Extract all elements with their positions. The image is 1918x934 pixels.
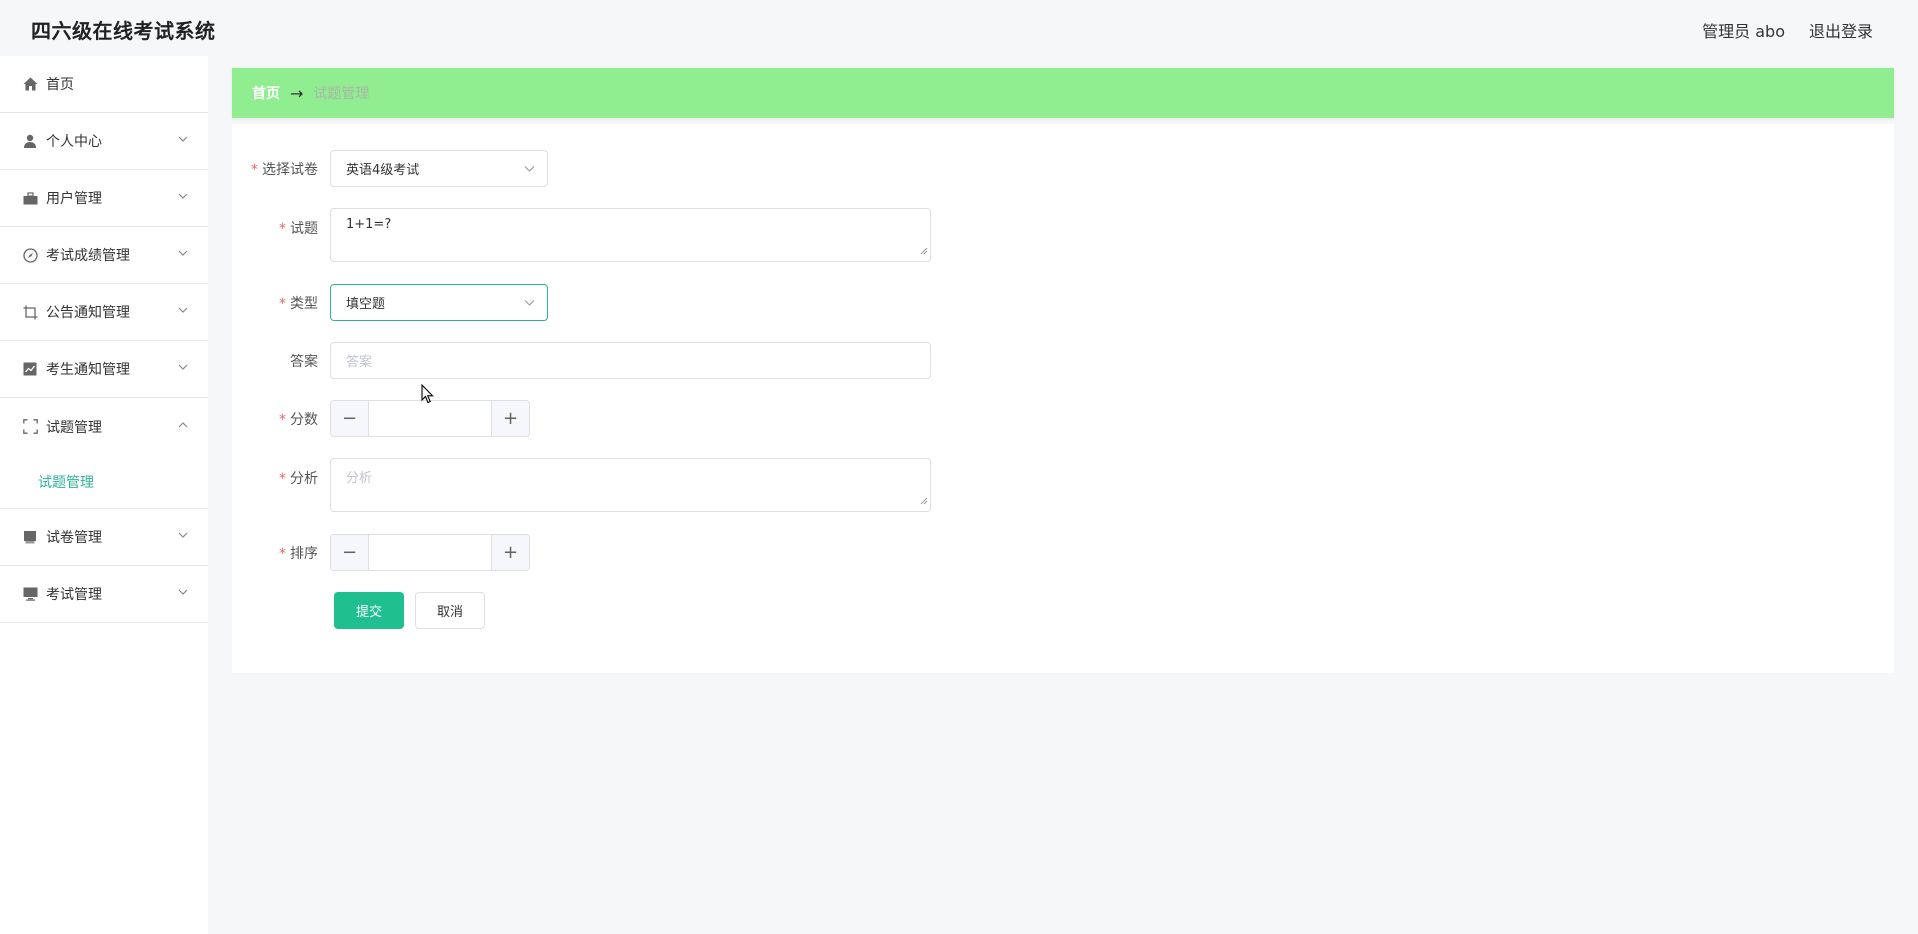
- chevron-down-icon: [178, 530, 188, 540]
- sidebar-item-label: 试卷管理: [46, 530, 102, 546]
- sidebar-item-question-management[interactable]: 试题管理: [0, 398, 208, 455]
- sidebar-item-announcements[interactable]: 公告通知管理: [0, 284, 208, 341]
- chevron-down-icon: [178, 134, 188, 144]
- order-label: * 排序: [279, 545, 318, 562]
- sidebar-item-label: 公告通知管理: [46, 305, 130, 321]
- sidebar-item-label: 用户管理: [46, 191, 102, 207]
- chevron-down-icon: [178, 362, 188, 372]
- person-icon: [22, 133, 38, 149]
- sidebar-item-paper-management[interactable]: 试卷管理: [0, 509, 208, 566]
- app-title: 四六级在线考试系统: [31, 19, 216, 43]
- logout-link[interactable]: 退出登录: [1809, 18, 1873, 42]
- question-value: 1+1=?: [346, 217, 392, 232]
- form-row-question: * 试题 1+1=?: [232, 208, 931, 262]
- answer-label: 答案: [290, 353, 318, 370]
- sidebar-item-exam-scores[interactable]: 考试成绩管理: [0, 227, 208, 284]
- sidebar-subitem-question-management[interactable]: 试题管理: [0, 455, 208, 509]
- paper-select-value: 英语4级考试: [346, 163, 420, 178]
- form-row-order: * 排序 − +: [232, 534, 530, 571]
- sidebar-item-student-notices[interactable]: 考生通知管理: [0, 341, 208, 398]
- sidebar-item-label: 试题管理: [46, 419, 102, 436]
- form-row-paper: * 选择试卷 英语4级考试: [232, 150, 548, 187]
- user-label[interactable]: 管理员 abo: [1702, 18, 1785, 42]
- submit-button[interactable]: 提交: [334, 592, 404, 629]
- form-actions: 提交 取消: [334, 592, 485, 629]
- answer-placeholder: 答案: [346, 355, 373, 370]
- resize-handle-icon[interactable]: [920, 244, 928, 259]
- question-label: * 试题: [279, 221, 318, 237]
- sidebar-submenu-question-management: 试题管理: [0, 455, 208, 509]
- answer-input[interactable]: 答案: [330, 342, 931, 379]
- order-input[interactable]: [369, 535, 491, 570]
- sidebar-item-user-management[interactable]: 用户管理: [0, 170, 208, 227]
- chevron-down-icon: [178, 191, 188, 201]
- crop-icon: [22, 304, 38, 320]
- order-decrement-button[interactable]: −: [331, 535, 369, 570]
- document-icon: [22, 529, 38, 545]
- sidebar-item-label: 考试成绩管理: [46, 248, 130, 264]
- sidebar-item-label: 考试管理: [46, 587, 102, 603]
- cancel-button[interactable]: 取消: [415, 592, 485, 629]
- briefcase-icon: [22, 190, 38, 206]
- paper-select[interactable]: 英语4级考试: [330, 150, 548, 187]
- chevron-down-icon: [178, 587, 188, 597]
- score-decrement-button[interactable]: −: [331, 401, 369, 436]
- sidebar-item-home[interactable]: 首页: [0, 56, 208, 113]
- order-increment-button[interactable]: +: [491, 535, 529, 570]
- analysis-textarea[interactable]: 分析: [330, 458, 931, 512]
- monitor-icon: [22, 586, 38, 602]
- chevron-down-icon: [178, 248, 188, 258]
- form-row-type: * 类型 填空题: [232, 284, 548, 321]
- fullscreen-icon: [22, 419, 38, 435]
- sidebar: 首页 个人中心 用户管理 考试成绩管理 公告通知管理 考生通知管理 试题管理 试…: [0, 56, 208, 934]
- question-textarea[interactable]: 1+1=?: [330, 208, 931, 262]
- form-row-analysis: * 分析 分析: [232, 458, 931, 512]
- sidebar-item-label: 考生通知管理: [46, 362, 130, 378]
- score-label: * 分数: [279, 411, 318, 428]
- chevron-down-icon: [524, 163, 535, 178]
- compass-icon: [22, 247, 38, 263]
- sidebar-item-label: 个人中心: [46, 134, 102, 150]
- paper-label: * 选择试卷: [251, 161, 318, 178]
- sidebar-item-exam-management[interactable]: 考试管理: [0, 566, 208, 623]
- breadcrumb-current: 试题管理: [313, 86, 370, 102]
- sidebar-item-label: 首页: [46, 77, 74, 93]
- chevron-down-icon: [178, 305, 188, 315]
- form-row-score: * 分数 − +: [232, 400, 530, 437]
- required-mark: *: [251, 161, 258, 178]
- order-stepper[interactable]: − +: [330, 534, 530, 571]
- top-header: 四六级在线考试系统 管理员 abo 退出登录: [0, 0, 1918, 56]
- analysis-placeholder: 分析: [346, 471, 373, 486]
- analysis-label: * 分析: [279, 471, 318, 487]
- type-select-value: 填空题: [346, 297, 386, 312]
- resize-handle-icon[interactable]: [920, 494, 928, 509]
- form-row-answer: 答案 答案: [232, 342, 931, 379]
- breadcrumb-separator: →: [290, 83, 304, 103]
- chevron-down-icon: [524, 297, 535, 312]
- header-user-area: 管理员 abo 退出登录: [1702, 18, 1873, 42]
- chart-icon: [22, 361, 38, 377]
- question-form: * 选择试卷 英语4级考试 * 试题 1+1=? * 类型 填空题 答案 答案 * 分数…: [232, 124, 1894, 673]
- breadcrumb: 首页 → 试题管理: [232, 68, 1894, 118]
- mouse-cursor-icon: [421, 383, 435, 408]
- sidebar-item-personal-center[interactable]: 个人中心: [0, 113, 208, 170]
- type-select[interactable]: 填空题: [330, 284, 548, 321]
- score-increment-button[interactable]: +: [491, 401, 529, 436]
- home-icon: [22, 76, 38, 92]
- type-label: * 类型: [279, 295, 318, 312]
- chevron-up-icon: [178, 420, 188, 430]
- breadcrumb-home[interactable]: 首页: [252, 83, 280, 103]
